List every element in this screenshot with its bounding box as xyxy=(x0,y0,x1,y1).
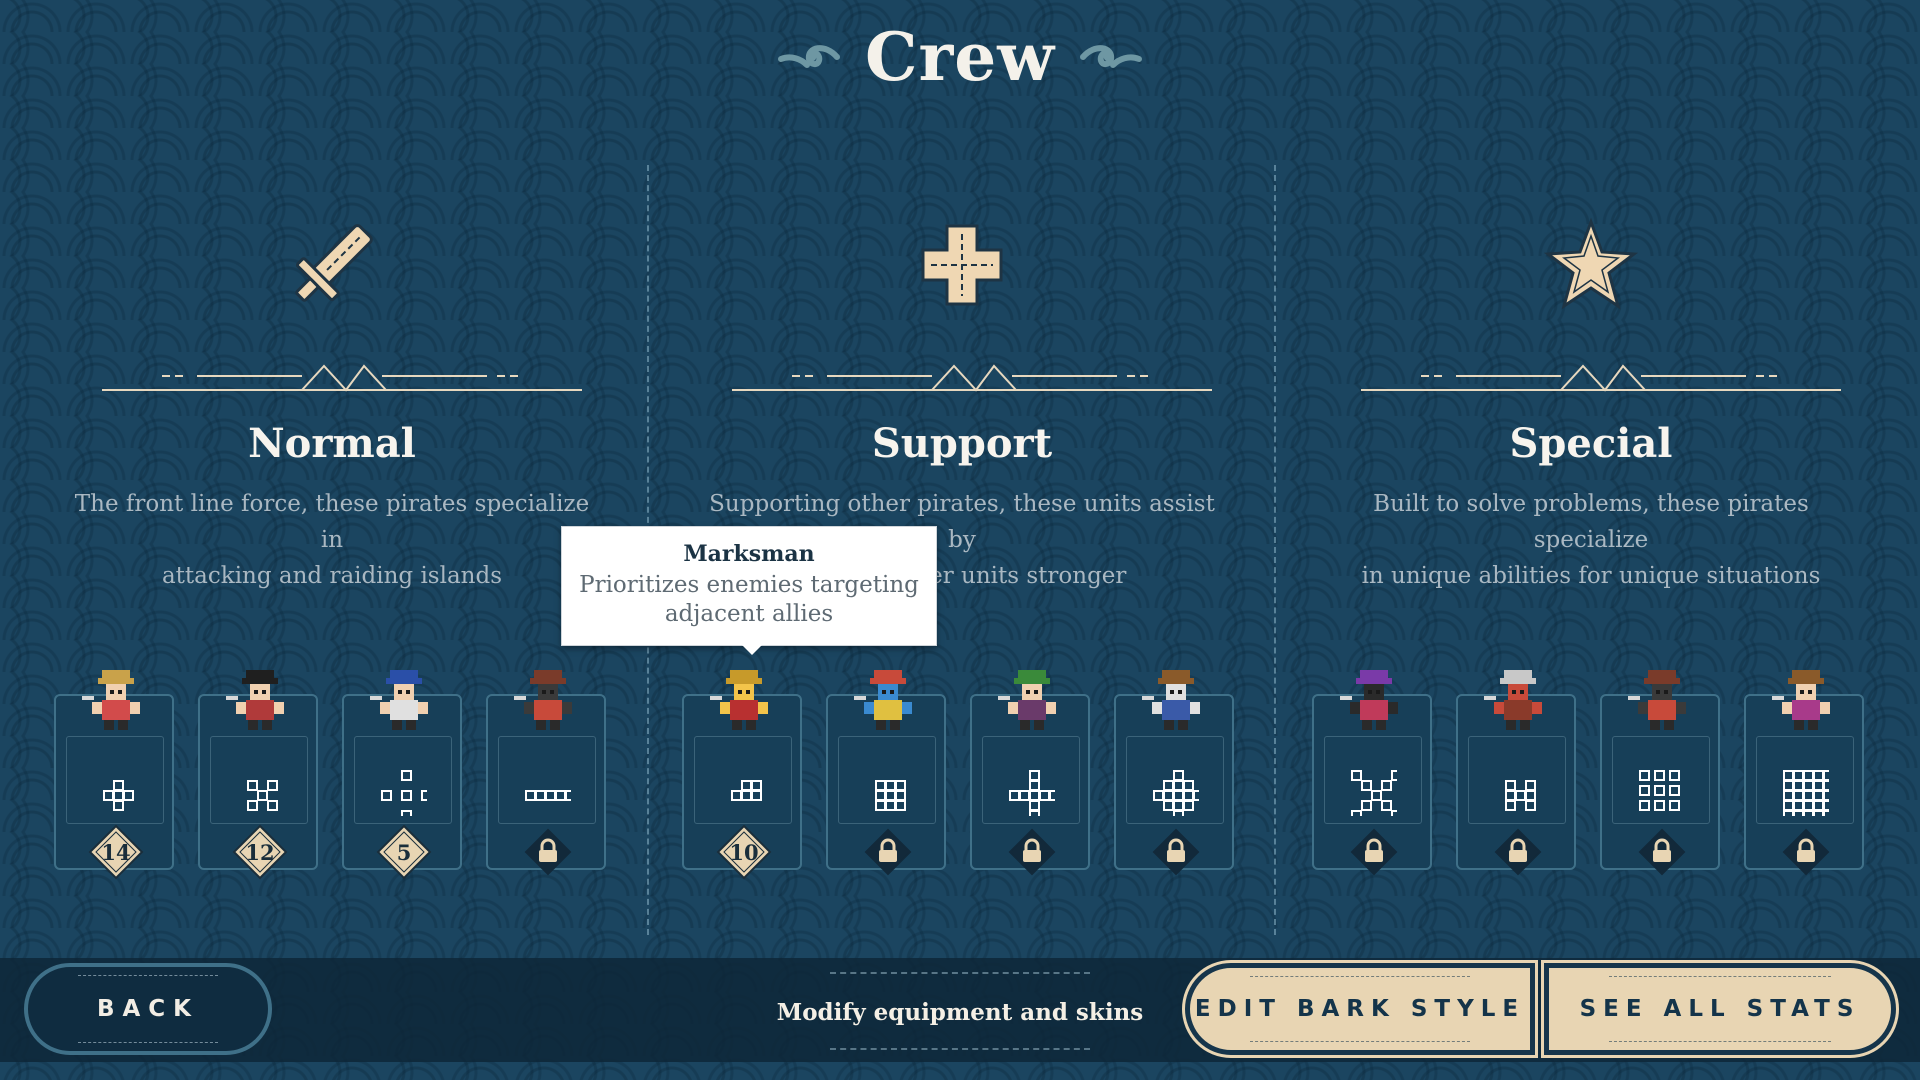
hint-divider xyxy=(830,972,1090,974)
pirate-harpooner-sprite xyxy=(998,670,1056,730)
unit-card[interactable] xyxy=(970,670,1094,876)
locked-badge xyxy=(864,828,912,876)
corner-pattern-icon xyxy=(731,780,762,801)
title-bar: Crew xyxy=(0,18,1920,96)
tooltip-title: Marksman xyxy=(683,541,815,567)
unit-count: 10 xyxy=(729,839,759,865)
locked-badge xyxy=(1152,828,1200,876)
column-divider xyxy=(1274,165,1276,935)
column-title: Normal xyxy=(248,420,416,467)
locked-badge xyxy=(1008,828,1056,876)
pirate-cannon-crew-sprite xyxy=(1628,670,1686,730)
sword-icon xyxy=(295,224,373,302)
divider-ornament xyxy=(1361,364,1841,392)
column-description: Built to solve problems, these pirates s… xyxy=(1361,491,1821,589)
locked-badge xyxy=(1782,828,1830,876)
unit-count: 5 xyxy=(396,839,412,865)
unit-count: 14 xyxy=(101,839,131,865)
block-pattern-icon xyxy=(1505,780,1536,811)
horizontal-line-pattern-icon xyxy=(525,790,571,801)
unit-tooltip: Marksman Prioritizes enemies targeting a… xyxy=(561,526,937,655)
pirate-musketeer-sprite xyxy=(370,670,428,730)
unit-card[interactable]: 12 xyxy=(198,670,322,880)
pirate-barrel-sprite xyxy=(1772,670,1830,730)
pirate-flag-bearer-sprite xyxy=(226,670,284,730)
pirate-parrot-sprite xyxy=(854,670,912,730)
swirl-ornament-left-icon xyxy=(777,45,840,68)
x-pattern-icon xyxy=(247,780,278,811)
edit-bark-style-button[interactable]: EDIT BARK STYLE xyxy=(1185,963,1535,1055)
pirate-cannoneer-sprite xyxy=(514,670,572,730)
locked-badge xyxy=(1350,828,1398,876)
column-title: Special xyxy=(1509,420,1673,467)
cross-pattern-icon xyxy=(103,780,134,811)
unit-card[interactable] xyxy=(1600,670,1724,876)
unit-card[interactable]: 5 xyxy=(342,670,466,880)
see-all-stats-button[interactable]: SEE ALL STATS xyxy=(1544,963,1896,1055)
spread-cross-pattern-icon xyxy=(381,770,427,816)
column-title: Support xyxy=(871,420,1053,467)
column-description: The front line force, these pirates spec… xyxy=(74,491,590,589)
unit-card[interactable] xyxy=(1744,670,1868,876)
unit-card[interactable] xyxy=(1456,670,1580,876)
pirate-swordsman-sprite xyxy=(1142,670,1200,730)
unit-count: 12 xyxy=(245,839,275,865)
ring-pattern-icon xyxy=(1639,770,1680,811)
tooltip-text: Prioritizes enemies targeting adjacent a… xyxy=(579,572,919,627)
unit-card[interactable]: 10 xyxy=(682,670,806,880)
big-x-pattern-icon xyxy=(1351,770,1397,816)
divider-ornament xyxy=(732,364,1212,392)
diamond-pattern-icon xyxy=(1153,770,1199,816)
locked-badge xyxy=(1494,828,1542,876)
locked-badge xyxy=(524,828,572,876)
grid-pattern-icon xyxy=(875,780,906,811)
locked-badge xyxy=(1638,828,1686,876)
unit-card[interactable] xyxy=(1312,670,1436,876)
cross-icon xyxy=(921,224,1003,306)
plus-pattern-icon xyxy=(1009,770,1055,816)
pirate-marksman-sprite xyxy=(710,670,768,730)
hint-divider xyxy=(830,1048,1090,1050)
pirate-captain-sprite xyxy=(82,670,140,730)
star-icon xyxy=(1543,217,1639,310)
unit-card[interactable] xyxy=(486,670,610,876)
hint-text: Modify equipment and skins xyxy=(776,998,1144,1026)
divider-ornament xyxy=(102,364,582,392)
unit-card[interactable] xyxy=(1114,670,1238,876)
swirl-ornament-right-icon xyxy=(1080,45,1143,68)
unit-card[interactable]: 14 xyxy=(54,670,178,880)
pirate-witch-sprite xyxy=(1340,670,1398,730)
back-button[interactable]: BACK xyxy=(24,963,272,1055)
unit-card[interactable] xyxy=(826,670,950,876)
pirate-gunner-sprite xyxy=(1484,670,1542,730)
full-grid-pattern-icon xyxy=(1783,770,1829,816)
page-title: Crew xyxy=(864,18,1056,96)
